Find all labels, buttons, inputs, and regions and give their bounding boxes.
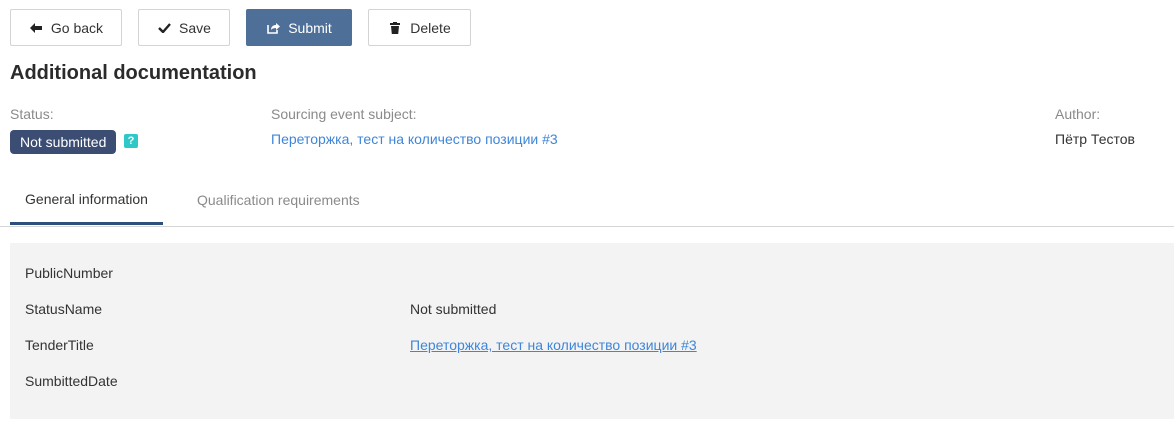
info-label: StatusName	[25, 301, 103, 317]
go-back-label: Go back	[50, 19, 104, 36]
status-label: Status:	[10, 106, 54, 122]
tender-title-link[interactable]: Переторжка, тест на количество позиции #…	[410, 337, 697, 353]
sourcing-event-subject-label: Sourcing event subject:	[271, 106, 417, 122]
go-back-button[interactable]: Go back	[10, 9, 122, 46]
submit-label: Submit	[288, 19, 332, 36]
author-value: Пётр Тестов	[1055, 131, 1135, 147]
status-badge: Not submitted	[10, 130, 117, 154]
tab-qualification-requirements[interactable]: Qualification requirements	[197, 175, 360, 225]
sourcing-event-subject-link[interactable]: Переторжка, тест на количество позиции #…	[271, 131, 558, 147]
info-value: Not submitted	[410, 301, 497, 317]
delete-label: Delete	[410, 19, 451, 36]
delete-button[interactable]: Delete	[368, 9, 471, 46]
page-title: Additional documentation	[10, 62, 257, 84]
general-information-panel: PublicNumber StatusName Not submitted Te…	[10, 243, 1174, 419]
tabs: General information Qualification requir…	[10, 175, 360, 225]
trash-icon	[388, 21, 402, 35]
save-button[interactable]: Save	[138, 9, 230, 46]
help-icon[interactable]: ?	[124, 134, 138, 148]
save-label: Save	[179, 19, 211, 36]
info-label: PublicNumber	[25, 265, 113, 281]
share-icon	[266, 21, 280, 35]
author-label: Author:	[1055, 106, 1101, 122]
arrow-left-icon	[29, 21, 43, 35]
toolbar: Go back Save Submit Delete	[10, 9, 471, 46]
checkmark-icon	[157, 21, 171, 35]
info-label: SumbittedDate	[25, 373, 118, 389]
submit-button[interactable]: Submit	[246, 9, 352, 46]
info-label: TenderTitle	[25, 337, 94, 353]
tab-general-information[interactable]: General information	[10, 175, 163, 225]
tabs-divider	[0, 226, 1174, 227]
